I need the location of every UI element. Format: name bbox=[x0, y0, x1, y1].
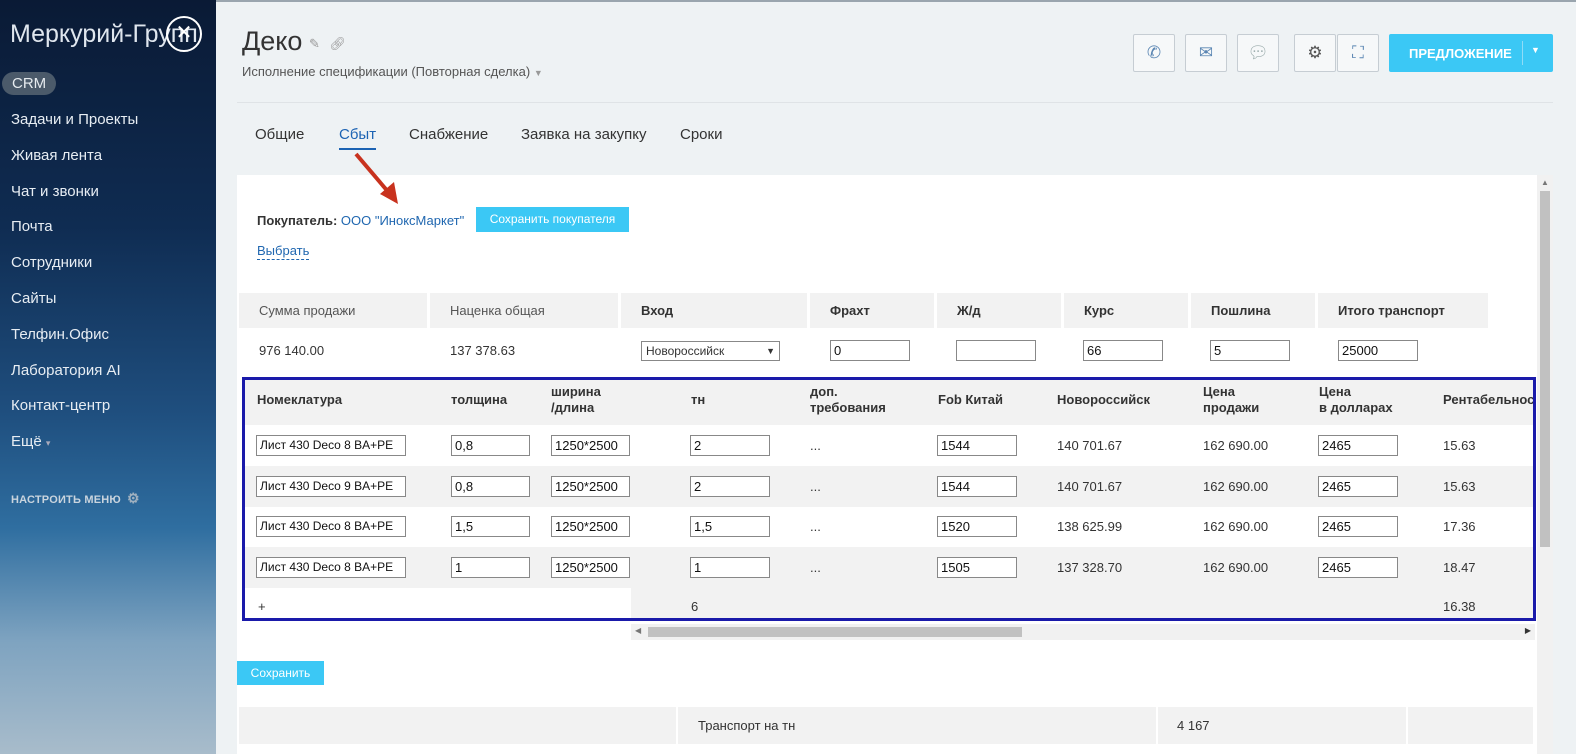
summary-header-entry: Вход bbox=[621, 293, 807, 328]
offer-button[interactable]: ПРЕДЛОЖЕНИЕ ▼ bbox=[1389, 34, 1553, 72]
sidebar-item-contact-center[interactable]: Контакт-центр bbox=[11, 396, 138, 432]
arrow-right-icon[interactable]: ▶ bbox=[1525, 626, 1531, 635]
entry-port-value: Новороссийск bbox=[646, 344, 725, 358]
page-title: Деко bbox=[242, 26, 303, 56]
gear-icon: ⚙ bbox=[1307, 43, 1323, 62]
scrollbar-thumb[interactable] bbox=[648, 627, 1022, 637]
sidebar-item-telfin[interactable]: Телфин.Офис bbox=[11, 325, 138, 361]
settings-button[interactable]: ⚙ bbox=[1294, 34, 1336, 72]
offer-button-label: ПРЕДЛОЖЕНИЕ bbox=[1409, 46, 1512, 61]
freight-input[interactable]: 0 bbox=[830, 340, 910, 361]
chat-icon: 💬︎ bbox=[1247, 43, 1269, 62]
phone-button[interactable]: ✆ bbox=[1133, 34, 1175, 72]
tab-sales[interactable]: Сбыт bbox=[339, 126, 377, 150]
transport-per-ton-label: Транспорт на тн bbox=[698, 718, 796, 733]
close-icon[interactable]: ✕ bbox=[166, 16, 202, 52]
transport-empty-cell bbox=[1406, 707, 1533, 744]
buyer-name-link[interactable]: ООО "ИноксМаркет" bbox=[341, 213, 464, 228]
sale-sum-value: 976 140.00 bbox=[259, 343, 325, 358]
link-icon[interactable]: 🔗︎ bbox=[330, 36, 347, 51]
sidebar-item-more-label: Ещё bbox=[11, 433, 42, 451]
sidebar-item-chat[interactable]: Чат и звонки bbox=[11, 182, 138, 218]
divider bbox=[1522, 41, 1523, 65]
duty-input[interactable]: 5 bbox=[1210, 340, 1290, 361]
sidebar-item-tasks[interactable]: Задачи и Проекты bbox=[11, 110, 138, 146]
save-button[interactable]: Сохранить bbox=[237, 661, 324, 685]
horizontal-scrollbar[interactable]: ◀ ▶ bbox=[631, 624, 1535, 640]
header-divider bbox=[237, 102, 1553, 103]
fullscreen-button[interactable]: ⛶ bbox=[1337, 34, 1379, 72]
chevron-down-icon: ▼ bbox=[533, 68, 543, 78]
sidebar-item-mail[interactable]: Почта bbox=[11, 217, 138, 253]
entry-port-select[interactable]: Новороссийск ▼ bbox=[641, 341, 780, 361]
highlight-frame bbox=[242, 377, 1536, 621]
transport-per-ton-value: 4 167 bbox=[1177, 718, 1210, 733]
deal-stage-label: Исполнение спецификации (Повторная сделк… bbox=[242, 64, 531, 79]
buyer-label: Покупатель: bbox=[257, 213, 338, 228]
rate-input[interactable]: 66 bbox=[1083, 340, 1163, 361]
scrollbar-thumb[interactable] bbox=[1540, 191, 1550, 547]
sidebar-item-ai-lab[interactable]: Лаборатория AI bbox=[11, 361, 138, 397]
expand-icon: ⛶ bbox=[1352, 43, 1364, 62]
chat-button[interactable]: 💬︎ bbox=[1237, 34, 1279, 72]
choose-buyer-link[interactable]: Выбрать bbox=[257, 243, 310, 260]
annotation-arrow-icon bbox=[354, 152, 398, 204]
pencil-icon[interactable]: ✎ bbox=[309, 36, 320, 51]
transport-total-input[interactable]: 25000 bbox=[1338, 340, 1418, 361]
summary-header-rate: Курс bbox=[1064, 293, 1188, 328]
rail-input[interactable] bbox=[956, 340, 1036, 361]
sidebar-item-feed[interactable]: Живая лента bbox=[11, 146, 138, 182]
sidebar-item-employees[interactable]: Сотрудники bbox=[11, 253, 138, 289]
chevron-down-icon: ▾ bbox=[45, 438, 51, 449]
summary-header-sale-sum: Сумма продажи bbox=[239, 293, 427, 328]
title-actions: ✎ 🔗︎ bbox=[309, 36, 346, 52]
buyer-info: Покупатель: ООО "ИноксМаркет" bbox=[257, 213, 464, 228]
sidebar-item-more[interactable]: Ещё ▾ bbox=[11, 432, 138, 468]
tab-supply[interactable]: Снабжение bbox=[409, 126, 488, 143]
tab-purchase-request[interactable]: Заявка на закупку bbox=[521, 126, 647, 143]
phone-icon: ✆ bbox=[1146, 43, 1162, 62]
tab-deadlines[interactable]: Сроки bbox=[680, 126, 722, 143]
configure-menu[interactable]: НАСТРОИТЬ МЕНЮ ⚙ bbox=[11, 490, 140, 507]
transport-row bbox=[239, 707, 1533, 744]
save-buyer-button[interactable]: Сохранить покупателя bbox=[476, 207, 629, 232]
crm-badge[interactable]: CRM bbox=[2, 72, 57, 95]
top-border bbox=[216, 0, 1576, 2]
arrow-up-icon[interactable]: ▲ bbox=[1541, 178, 1549, 187]
tab-general[interactable]: Общие bbox=[255, 126, 304, 143]
sidebar: Меркурий-Групп ✕ CRM Задачи и Проекты Жи… bbox=[0, 0, 216, 754]
summary-header-rail: Ж/д bbox=[937, 293, 1061, 328]
mail-icon: ✉ bbox=[1198, 43, 1214, 62]
deal-stage-selector[interactable]: Исполнение спецификации (Повторная сделк… bbox=[242, 64, 543, 79]
summary-header-freight: Фрахт bbox=[810, 293, 934, 328]
arrow-left-icon[interactable]: ◀ bbox=[635, 626, 641, 635]
summary-header-duty: Пошлина bbox=[1191, 293, 1315, 328]
summary-header-transport-total: Итого транспорт bbox=[1318, 293, 1488, 328]
mail-button[interactable]: ✉ bbox=[1185, 34, 1227, 72]
gear-icon: ⚙ bbox=[126, 490, 140, 506]
vertical-scrollbar[interactable]: ▲ bbox=[1537, 175, 1553, 754]
chevron-down-icon: ▼ bbox=[766, 346, 775, 356]
sidebar-item-sites[interactable]: Сайты bbox=[11, 289, 138, 325]
summary-header-markup: Наценка общая bbox=[430, 293, 618, 328]
configure-menu-label: НАСТРОИТЬ МЕНЮ bbox=[11, 494, 121, 506]
chevron-down-icon[interactable]: ▼ bbox=[1531, 45, 1540, 55]
sidebar-menu: Задачи и Проекты Живая лента Чат и звонк… bbox=[11, 110, 138, 468]
markup-total-value: 137 378.63 bbox=[450, 343, 516, 358]
